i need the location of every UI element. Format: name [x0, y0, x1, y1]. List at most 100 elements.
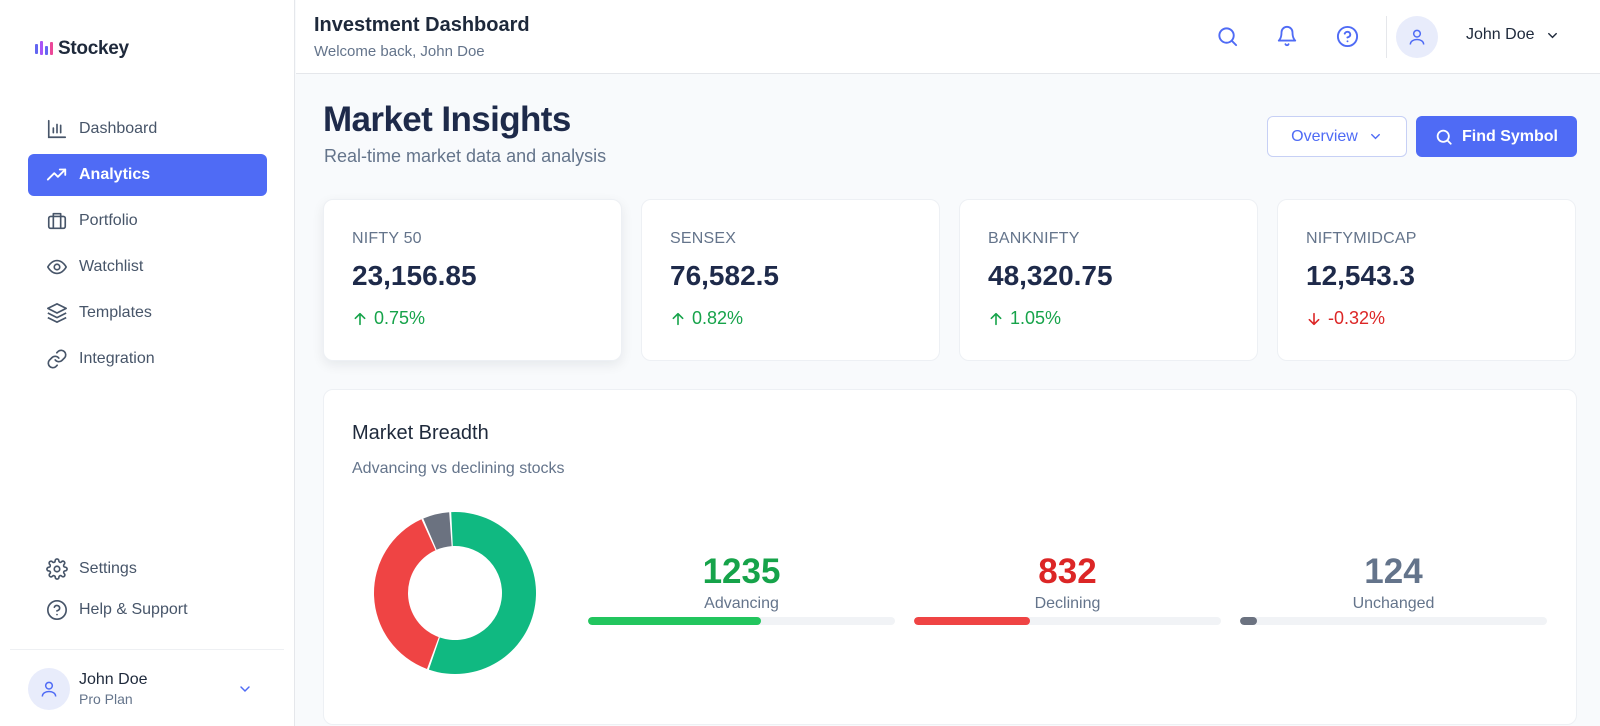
- arrow-up-icon: [354, 312, 366, 325]
- sidebar-user-info: John Doe Pro Plan: [79, 671, 148, 707]
- sidebar-item-label: Integration: [79, 350, 155, 367]
- arrow-down-icon: [1308, 312, 1320, 325]
- header-avatar[interactable]: [1396, 16, 1438, 58]
- chevron-down-icon[interactable]: [237, 681, 253, 697]
- sidebar-item-label: Help & Support: [79, 601, 188, 618]
- stat-label: Declining: [1034, 595, 1101, 612]
- breadth-title: Market Breadth: [352, 422, 489, 444]
- eye-icon: [46, 259, 68, 275]
- stat-value: 1235: [702, 552, 781, 591]
- sidebar-item-label: Templates: [79, 304, 152, 321]
- sidebar-nav: Dashboard Analytics Portfolio Watchlist …: [28, 108, 267, 384]
- progress-track: [1240, 617, 1547, 625]
- avatar: [28, 668, 70, 710]
- progress-track: [914, 617, 1221, 625]
- page-title: Market Insights: [323, 100, 571, 139]
- header-divider: [1386, 16, 1387, 58]
- index-change: 0.82%: [670, 308, 743, 329]
- sidebar-item-dashboard[interactable]: Dashboard: [28, 108, 267, 150]
- layers-icon: [47, 303, 67, 323]
- help-button[interactable]: [1334, 23, 1360, 49]
- overview-dropdown[interactable]: Overview: [1267, 116, 1407, 157]
- sidebar-item-integration[interactable]: Integration: [28, 338, 267, 380]
- arrow-up-icon: [990, 312, 1002, 325]
- market-breadth-panel: Market Breadth Advancing vs declining st…: [323, 389, 1577, 725]
- index-change-value: 1.05%: [1010, 308, 1062, 328]
- user-name: John Doe: [79, 671, 148, 688]
- stat-value: 832: [1038, 552, 1097, 591]
- index-name: SENSEX: [670, 230, 737, 247]
- page-subtitle: Real-time market data and analysis: [324, 146, 607, 166]
- sidebar-user-menu[interactable]: John Doe Pro Plan: [28, 668, 267, 710]
- sidebar-item-label: Watchlist: [79, 258, 144, 275]
- stat-declining: 832 Declining: [914, 552, 1221, 625]
- sidebar-divider: [10, 649, 284, 650]
- link-icon: [47, 349, 67, 369]
- sidebar-item-label: Settings: [79, 560, 137, 577]
- stat-unchanged: 124 Unchanged: [1240, 552, 1547, 625]
- index-name: NIFTY 50: [352, 230, 422, 247]
- help-circle-icon: [47, 600, 67, 620]
- logo-text: Stockey: [58, 38, 129, 59]
- user-icon: [1409, 29, 1425, 45]
- sidebar-bottom-nav: Settings Help & Support: [28, 548, 267, 630]
- help-circle-icon: [1336, 25, 1358, 47]
- logo[interactable]: Stockey: [34, 38, 129, 60]
- sidebar-item-analytics[interactable]: Analytics: [28, 154, 267, 196]
- donut-slice-declining[interactable]: [374, 519, 439, 669]
- sidebar: Stockey Dashboard Analytics Portfolio Wa…: [0, 0, 295, 726]
- header-title: Investment Dashboard: [314, 14, 530, 36]
- index-name: BANKNIFTY: [988, 230, 1080, 247]
- sidebar-item-label: Portfolio: [79, 212, 138, 229]
- chevron-down-icon: [1370, 133, 1380, 140]
- user-icon: [41, 681, 57, 697]
- index-name: NIFTYMIDCAP: [1306, 230, 1417, 247]
- progress-fill: [588, 617, 761, 625]
- index-value: 23,156.85: [352, 260, 477, 291]
- index-value: 48,320.75: [988, 260, 1113, 291]
- index-change-value: 0.75%: [374, 308, 426, 328]
- search-button[interactable]: [1214, 23, 1240, 49]
- notifications-button[interactable]: [1274, 23, 1300, 49]
- index-card-niftymidcap[interactable]: NIFTYMIDCAP 12,543.3 -0.32%: [1277, 199, 1576, 361]
- index-change: -0.32%: [1306, 308, 1385, 329]
- sidebar-item-settings[interactable]: Settings: [28, 548, 267, 590]
- header-user-menu[interactable]: John Doe: [1466, 26, 1560, 44]
- overview-label: Overview: [1291, 127, 1358, 145]
- stat-label: Advancing: [704, 595, 779, 612]
- briefcase-icon: [47, 212, 67, 230]
- breadth-subtitle: Advancing vs declining stocks: [352, 460, 565, 477]
- bar-chart-icon: [47, 119, 67, 139]
- sidebar-item-portfolio[interactable]: Portfolio: [28, 200, 267, 242]
- logo-icon: [35, 41, 53, 55]
- find-symbol-button[interactable]: Find Symbol: [1416, 116, 1577, 157]
- search-icon: [1436, 129, 1452, 145]
- index-value: 12,543.3: [1306, 260, 1415, 291]
- find-symbol-label: Find Symbol: [1462, 127, 1558, 145]
- user-plan: Pro Plan: [79, 691, 133, 707]
- index-change: 1.05%: [988, 308, 1061, 329]
- sidebar-item-help[interactable]: Help & Support: [28, 589, 267, 631]
- header-subtitle: Welcome back, John Doe: [314, 43, 485, 60]
- stat-label: Unchanged: [1352, 595, 1435, 612]
- chevron-down-icon: [1547, 32, 1557, 38]
- index-card-sensex[interactable]: SENSEX 76,582.5 0.82%: [641, 199, 940, 361]
- progress-fill: [914, 617, 1031, 625]
- index-change-value: -0.32%: [1328, 308, 1386, 328]
- arrow-up-icon: [672, 312, 684, 325]
- breadth-donut-chart[interactable]: [372, 510, 538, 676]
- sidebar-item-templates[interactable]: Templates: [28, 292, 267, 334]
- index-card-banknifty[interactable]: BANKNIFTY 48,320.75 1.05%: [959, 199, 1258, 361]
- topbar: Investment Dashboard Welcome back, John …: [296, 0, 1600, 74]
- stat-advancing: 1235 Advancing: [588, 552, 895, 625]
- sidebar-item-label: Dashboard: [79, 120, 158, 137]
- index-change: 0.75%: [352, 308, 425, 329]
- trending-up-icon: [46, 168, 67, 181]
- index-card-nifty50[interactable]: NIFTY 50 23,156.85 0.75%: [323, 199, 622, 361]
- progress-fill: [1240, 617, 1258, 625]
- bell-icon: [1277, 26, 1297, 47]
- search-icon: [1217, 26, 1237, 46]
- index-value: 76,582.5: [670, 260, 779, 291]
- sidebar-item-watchlist[interactable]: Watchlist: [28, 246, 267, 288]
- stat-value: 124: [1364, 552, 1423, 591]
